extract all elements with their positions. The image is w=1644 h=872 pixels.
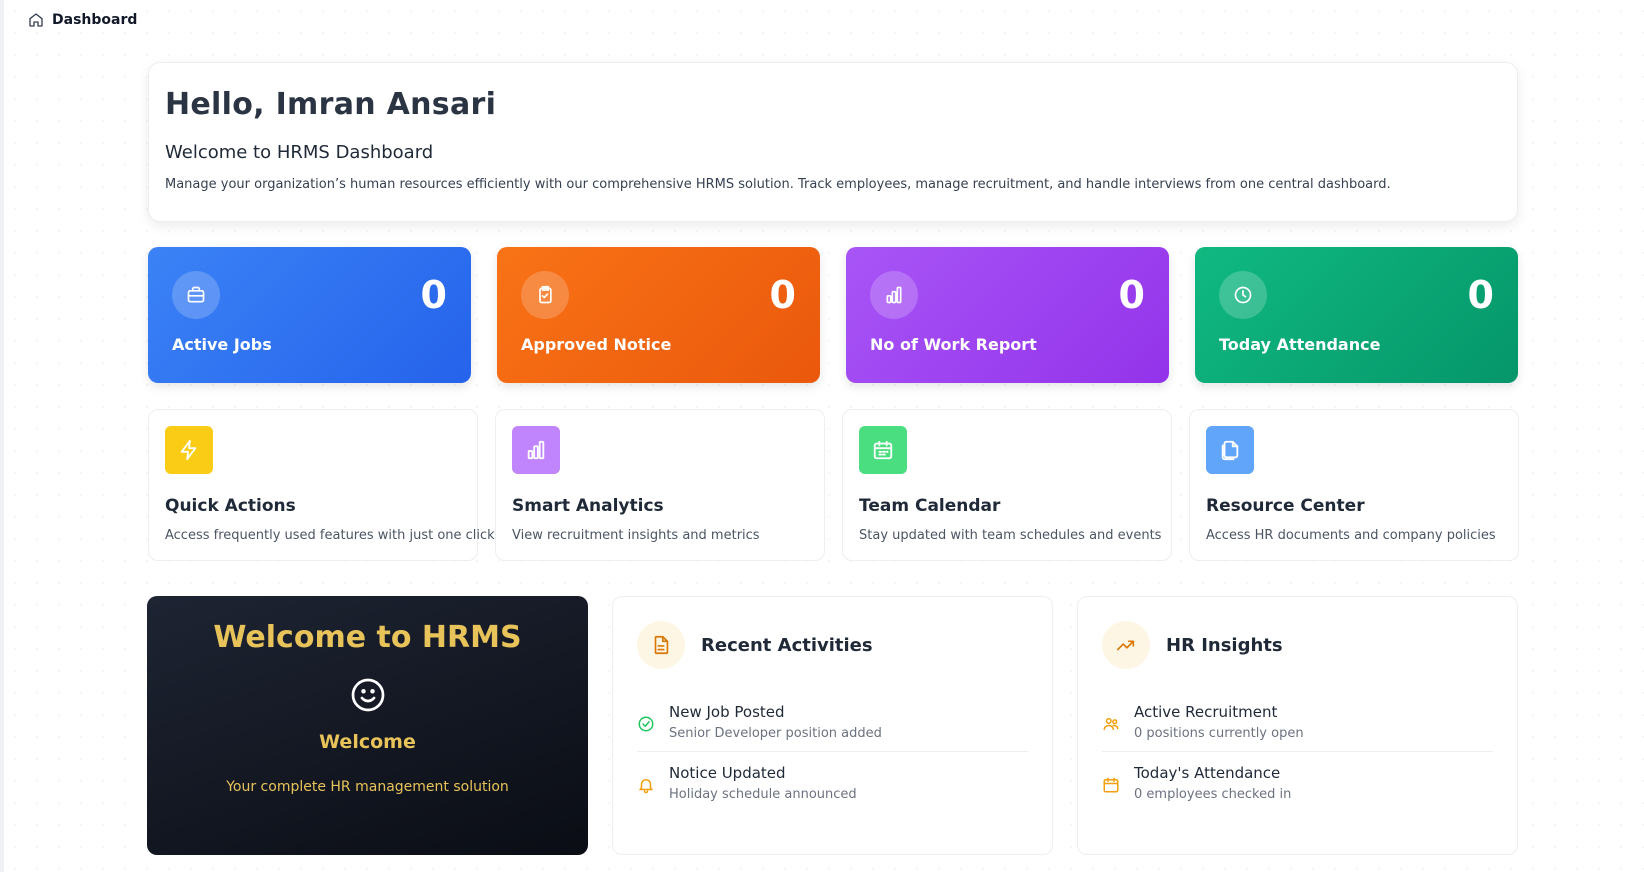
bar-chart-icon: [870, 271, 918, 319]
bell-icon: [639, 779, 653, 794]
briefcase-icon: [172, 271, 220, 319]
feature-card-resource-center[interactable]: Resource Center Access HR documents and …: [1189, 409, 1519, 561]
feature-card-team-calendar[interactable]: Team Calendar Stay updated with team sch…: [842, 409, 1172, 561]
greeting-title: Hello, Imran Ansari: [165, 87, 497, 122]
stat-label: Today Attendance: [1219, 335, 1381, 354]
item-title: Today's Attendance: [1134, 764, 1281, 782]
stat-value: 0: [1467, 273, 1494, 317]
panel-title: Recent Activities: [701, 634, 873, 656]
feature-title: Smart Analytics: [512, 496, 664, 516]
stat-label: Approved Notice: [521, 335, 672, 354]
feature-card-quick-actions[interactable]: Quick Actions Access frequently used fea…: [148, 409, 495, 561]
welcome-title: Welcome to HRMS: [213, 620, 522, 655]
clipboard-check-icon: [521, 271, 569, 319]
list-item[interactable]: Notice Updated Holiday schedule announce…: [637, 751, 1028, 812]
feature-description: Stay updated with team schedules and eve…: [859, 528, 1162, 543]
stat-value: 0: [769, 273, 796, 317]
welcome-heading: Welcome: [319, 731, 416, 753]
welcome-tagline: Your complete HR management solution: [226, 779, 509, 795]
clock-icon: [1219, 271, 1267, 319]
trending-up-icon: [1102, 621, 1150, 669]
item-title: Active Recruitment: [1134, 703, 1278, 721]
welcome-card: Welcome to HRMS Welcome Your complete HR…: [147, 596, 588, 855]
item-title: Notice Updated: [669, 764, 786, 782]
feature-title: Quick Actions: [165, 496, 296, 516]
breadcrumb-label: Dashboard: [52, 12, 138, 28]
stat-card-work-report[interactable]: 0 No of Work Report: [846, 247, 1169, 383]
feature-description: View recruitment insights and metrics: [512, 528, 760, 543]
calendar-icon: [1103, 777, 1119, 793]
feature-title: Resource Center: [1206, 496, 1365, 516]
users-icon: [1103, 718, 1119, 730]
home-icon: [29, 13, 43, 27]
greeting-subtitle: Welcome to HRMS Dashboard: [165, 142, 434, 163]
item-description: 0 employees checked in: [1134, 787, 1292, 802]
stat-label: No of Work Report: [870, 335, 1037, 354]
stat-value: 0: [1118, 273, 1145, 317]
list-item[interactable]: Today's Attendance 0 employees checked i…: [1102, 751, 1493, 812]
stat-card-active-jobs[interactable]: 0 Active Jobs: [148, 247, 471, 383]
smile-icon: [351, 678, 384, 712]
feature-description: Access HR documents and company policies: [1206, 528, 1496, 543]
stat-card-approved-notice[interactable]: 0 Approved Notice: [497, 247, 820, 383]
item-description: Holiday schedule announced: [669, 787, 857, 802]
feature-title: Team Calendar: [859, 496, 1001, 516]
documents-icon: [1206, 426, 1254, 474]
item-title: New Job Posted: [669, 703, 785, 721]
greeting-description: Manage your organization’s human resourc…: [165, 177, 1391, 192]
feature-description: Access frequently used features with jus…: [165, 528, 495, 543]
check-circle-icon: [638, 716, 654, 732]
stat-value: 0: [420, 273, 447, 317]
document-icon: [637, 621, 685, 669]
greeting-card: Hello, Imran Ansari Welcome to HRMS Dash…: [148, 62, 1518, 222]
dashboard-page: Dashboard Hello, Imran Ansari Welcome to…: [0, 0, 1644, 872]
panel-title: HR Insights: [1166, 634, 1283, 656]
feature-card-smart-analytics[interactable]: Smart Analytics View recruitment insight…: [495, 409, 825, 561]
item-description: Senior Developer position added: [669, 726, 882, 741]
recent-activities-panel: Recent Activities New Job Posted Senior …: [612, 596, 1053, 855]
list-item[interactable]: New Job Posted Senior Developer position…: [637, 691, 1028, 751]
stat-card-today-attendance[interactable]: 0 Today Attendance: [1195, 247, 1518, 383]
hr-insights-panel: HR Insights Active Recruitment 0 positio…: [1077, 596, 1518, 855]
bar-chart-icon: [512, 426, 560, 474]
item-description: 0 positions currently open: [1134, 726, 1304, 741]
breadcrumb[interactable]: Dashboard: [28, 12, 137, 28]
list-item[interactable]: Active Recruitment 0 positions currently…: [1102, 691, 1493, 751]
lightning-icon: [165, 426, 213, 474]
calendar-icon: [859, 426, 907, 474]
stat-label: Active Jobs: [172, 335, 272, 354]
